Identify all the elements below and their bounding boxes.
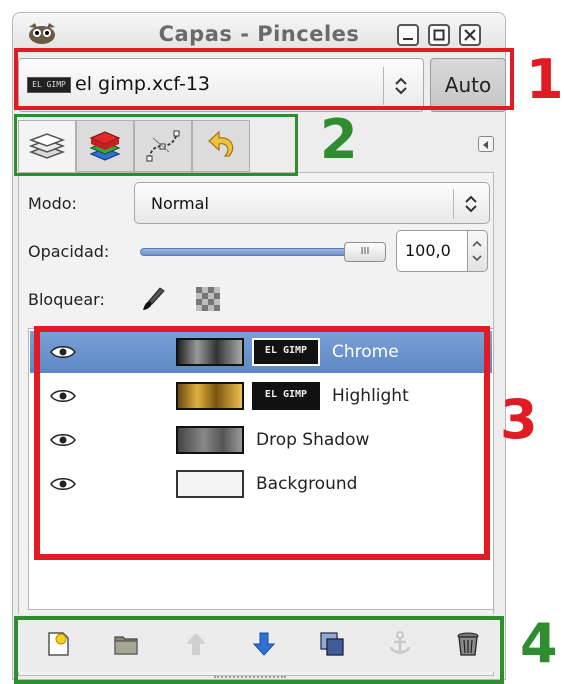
- opacity-spinbox[interactable]: 100,0: [396, 230, 468, 272]
- tab-menu-button[interactable]: [478, 136, 494, 152]
- annotation-box-1: [14, 48, 514, 110]
- opacity-spin-buttons[interactable]: [468, 230, 488, 272]
- lock-pixels-brush-icon[interactable]: [142, 286, 166, 312]
- annotation-box-4: [14, 616, 504, 684]
- minimize-icon: [403, 38, 413, 40]
- lock-label: Bloquear:: [28, 290, 105, 309]
- annotation-box-2: [14, 114, 298, 176]
- maximize-button[interactable]: [428, 24, 450, 46]
- annotation-number-3: 3: [500, 388, 538, 451]
- lock-alpha-checker-icon[interactable]: [196, 286, 220, 312]
- combo-separator: [453, 189, 454, 219]
- mode-label: Modo:: [28, 194, 77, 213]
- opacity-slider-handle[interactable]: III: [344, 242, 386, 262]
- mode-combo[interactable]: Normal: [134, 182, 490, 224]
- combo-up-down-icon: [465, 195, 477, 213]
- triangle-left-icon: [483, 141, 488, 149]
- spin-up-down-icon: [472, 240, 482, 262]
- close-icon: [464, 29, 476, 41]
- annotation-number-4: 4: [520, 612, 558, 675]
- mode-value: Normal: [151, 194, 209, 213]
- close-button[interactable]: [459, 24, 481, 46]
- opacity-label: Opacidad:: [28, 242, 110, 261]
- title-bar[interactable]: Capas - Pinceles: [13, 13, 505, 53]
- annotation-number-2: 2: [320, 108, 358, 171]
- maximize-icon: [433, 29, 445, 41]
- minimize-button[interactable]: [397, 24, 419, 46]
- annotation-box-3: [34, 326, 490, 560]
- annotation-number-1: 1: [526, 48, 564, 111]
